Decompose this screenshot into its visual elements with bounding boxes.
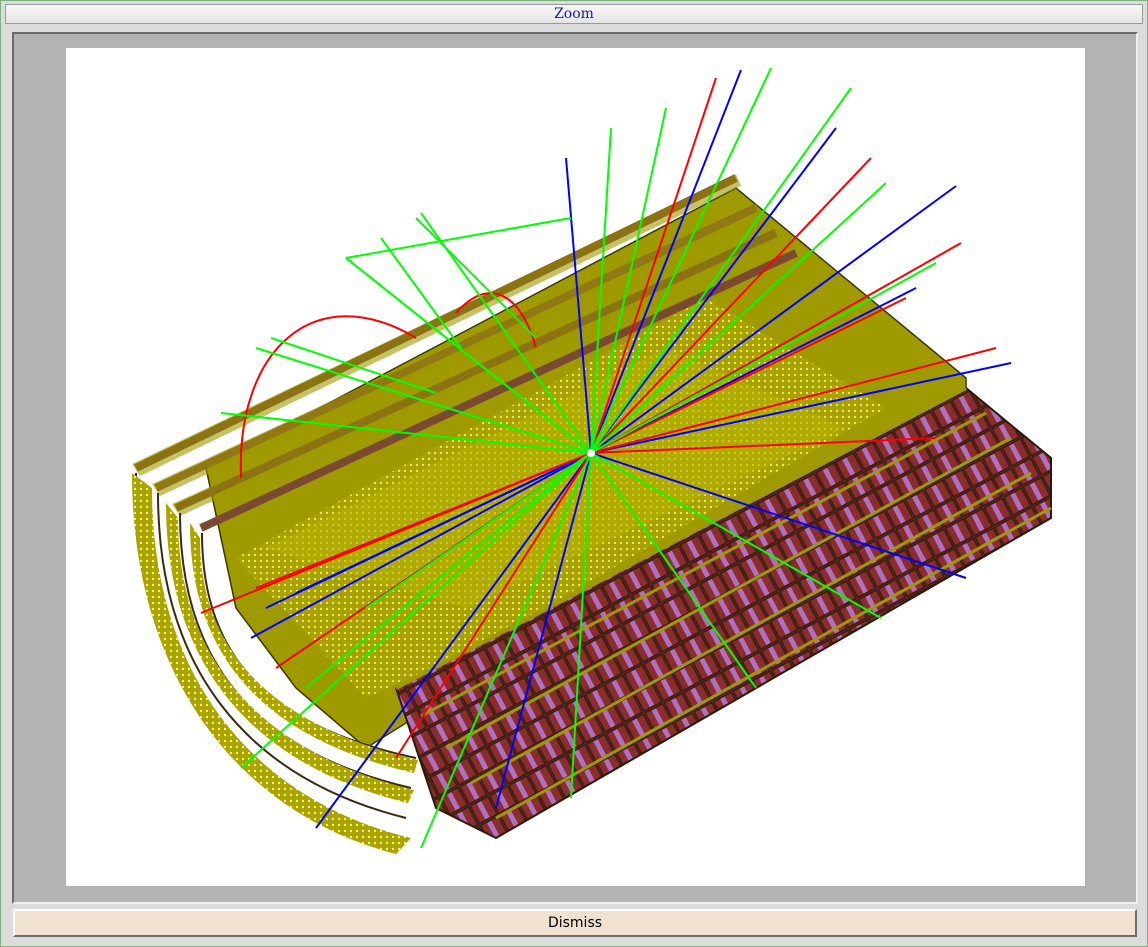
window-title: Zoom	[5, 4, 1143, 24]
dismiss-button[interactable]: Dismiss	[13, 909, 1137, 937]
detector-event-view	[132, 67, 1052, 854]
interaction-vertex	[587, 449, 595, 457]
zoom-window: Zoom Dismiss	[0, 0, 1148, 947]
event-display-canvas[interactable]	[66, 48, 1085, 886]
